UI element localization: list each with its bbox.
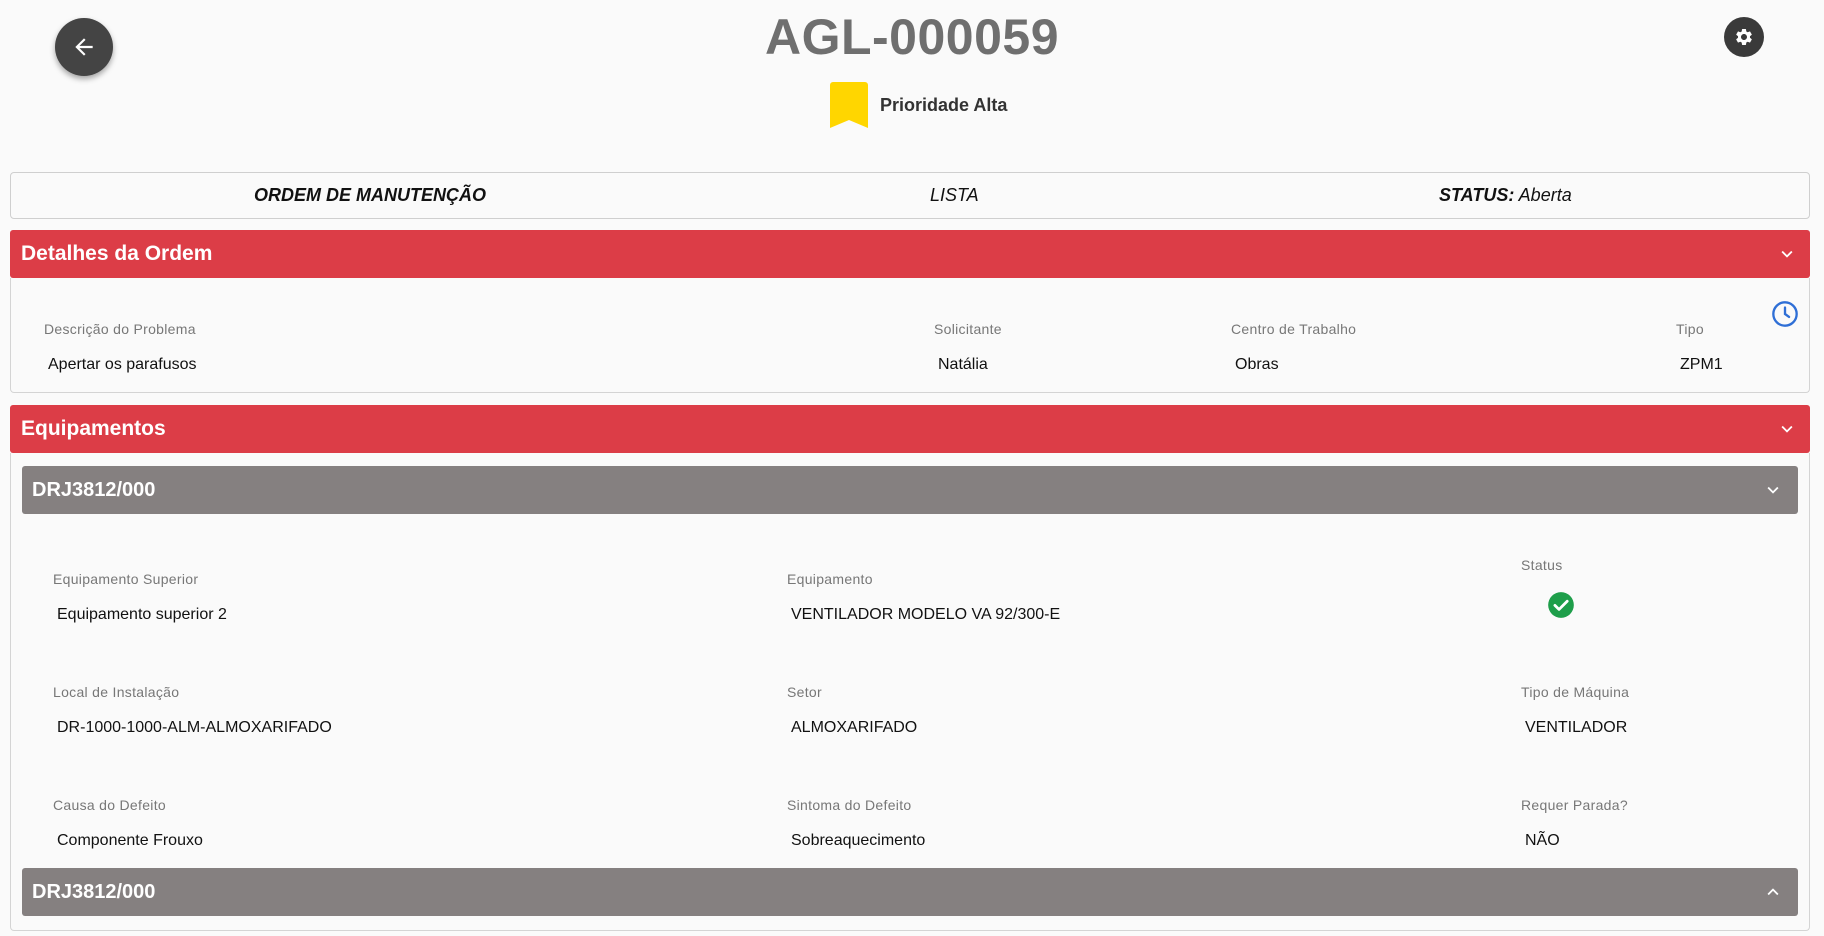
order-type-label: ORDEM DE MANUTENÇÃO xyxy=(254,185,486,205)
order-details-title: Detalhes da Ordem xyxy=(21,242,213,265)
field-value: Apertar os parafusos xyxy=(48,356,197,373)
equipment-item-header[interactable]: DRJ3812/000 xyxy=(22,466,1798,514)
field-label: Descrição do Problema xyxy=(44,321,196,337)
equipments-header[interactable]: Equipamentos xyxy=(10,405,1810,453)
priority-indicator: Prioridade Alta xyxy=(830,82,1007,128)
bookmark-icon xyxy=(830,82,868,128)
field-label: Tipo xyxy=(1676,321,1704,337)
field-label: Causa do Defeito xyxy=(53,797,166,813)
field-value: VENTILADOR xyxy=(1525,719,1628,736)
page-title: AGL-000059 xyxy=(764,9,1060,65)
chevron-down-icon xyxy=(1767,486,1779,494)
field-value: NÃO xyxy=(1525,832,1560,849)
field-value: DR-1000-1000-ALM-ALMOXARIFADO xyxy=(57,719,332,736)
field-value: Obras xyxy=(1235,356,1279,373)
chevron-down-icon xyxy=(1781,250,1793,258)
equipments-panel: DRJ3812/000 Equipamento Superior Equipam… xyxy=(10,453,1810,931)
view-mode-label: LISTA xyxy=(930,185,979,205)
field-value: Equipamento superior 2 xyxy=(57,606,227,623)
status-key: STATUS: xyxy=(1439,185,1515,205)
field-value: ALMOXARIFADO xyxy=(791,719,918,736)
field-value: ZPM1 xyxy=(1680,356,1723,373)
settings-button[interactable] xyxy=(1724,17,1764,57)
field-label: Equipamento Superior xyxy=(53,571,199,587)
field-label: Local de Instalação xyxy=(53,684,180,700)
field-label: Sintoma do Defeito xyxy=(787,797,912,813)
equipment-code: DRJ3812/000 xyxy=(32,478,156,501)
gear-icon xyxy=(1736,28,1752,45)
equipments-title: Equipamentos xyxy=(21,417,166,440)
order-details-header[interactable]: Detalhes da Ordem xyxy=(10,230,1810,278)
chevron-up-icon xyxy=(1767,888,1779,896)
field-value: VENTILADOR MODELO VA 92/300-E xyxy=(791,606,1061,623)
equipment-item-header[interactable]: DRJ3812/000 xyxy=(22,868,1798,916)
field-label: Centro de Trabalho xyxy=(1231,321,1357,337)
order-details-panel: Descrição do Problema Apertar os parafus… xyxy=(10,278,1810,393)
order-status: STATUS: Aberta xyxy=(1439,173,1572,218)
field-label: Setor xyxy=(787,684,822,700)
field-value: Sobreaquecimento xyxy=(791,832,926,849)
priority-label: Prioridade Alta xyxy=(880,94,1008,115)
field-value: Componente Frouxo xyxy=(57,832,203,849)
equipment-code: DRJ3812/000 xyxy=(32,880,156,903)
check-circle-icon xyxy=(1548,592,1574,618)
chevron-down-icon xyxy=(1781,425,1793,433)
field-label: Equipamento xyxy=(787,571,873,587)
clock-icon[interactable] xyxy=(1771,300,1799,328)
field-label: Tipo de Máquina xyxy=(1521,684,1630,700)
status-value: Aberta xyxy=(1518,185,1572,205)
field-label: Status xyxy=(1521,557,1563,573)
field-label: Solicitante xyxy=(934,321,1002,337)
order-info-bar: ORDEM DE MANUTENÇÃO LISTA STATUS: Aberta xyxy=(10,172,1810,219)
field-value: Natália xyxy=(938,356,988,373)
field-label: Requer Parada? xyxy=(1521,797,1628,813)
